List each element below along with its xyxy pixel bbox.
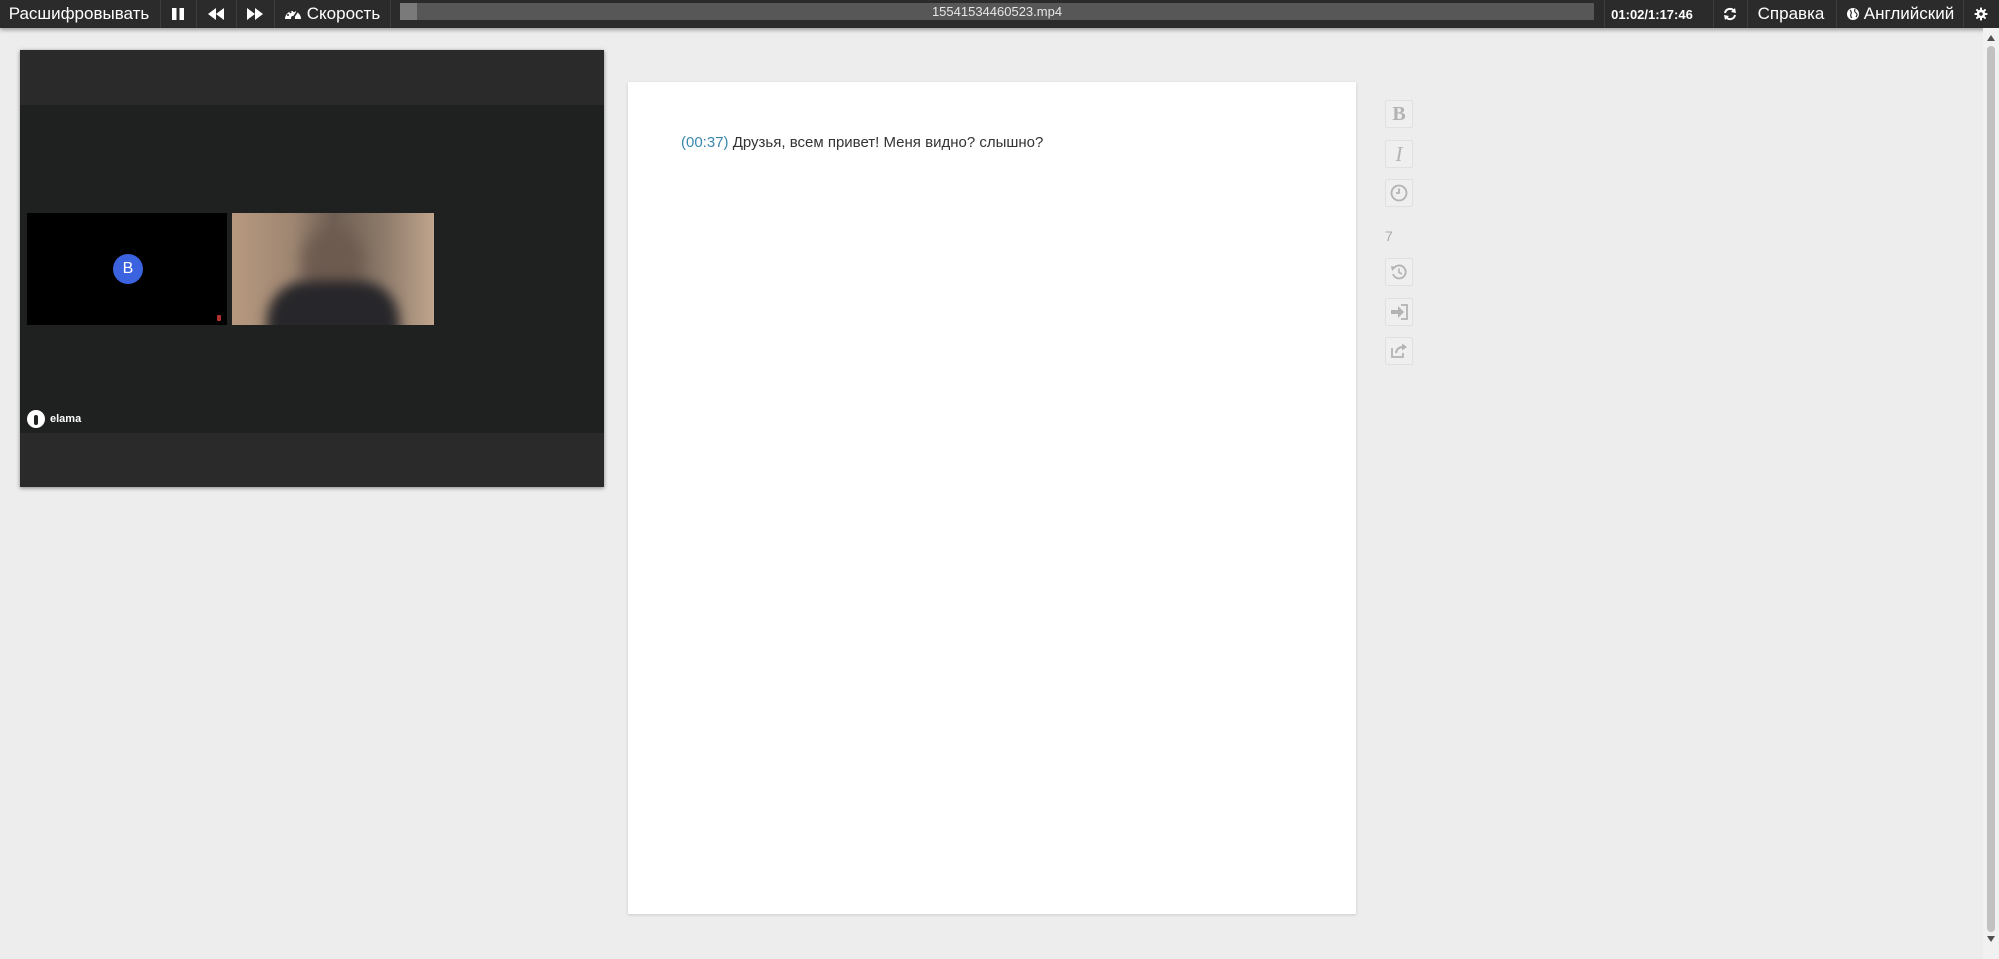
sign-in-icon (1391, 304, 1408, 320)
italic-button[interactable]: I (1385, 140, 1413, 168)
fast-forward-icon (247, 8, 263, 20)
import-button[interactable] (1385, 298, 1413, 326)
insert-timestamp-button[interactable] (1385, 179, 1413, 207)
refresh-button[interactable] (1714, 0, 1746, 28)
top-toolbar: Расшифровывать Скорость 15541534460523.m… (0, 0, 1999, 28)
scroll-up-arrow[interactable] (1986, 33, 1996, 43)
participant-tile: B (27, 213, 227, 325)
time-readout-text: 01:02/1:17:46 (1611, 6, 1693, 22)
language-label: Английский (1863, 4, 1955, 23)
rewind-button[interactable] (197, 0, 235, 28)
font-size-value: 7 (1385, 228, 1393, 244)
history-button[interactable] (1385, 258, 1413, 286)
speed-label: Скорость (306, 4, 381, 23)
transcript-line[interactable]: (00:37) Друзья, всем привет! Меня видно?… (681, 134, 1043, 151)
rewind-icon (208, 8, 224, 20)
transcript-editor[interactable]: (00:37) Друзья, всем привет! Меня видно?… (628, 82, 1356, 914)
clock-icon (1390, 184, 1408, 202)
settings-button[interactable] (1964, 0, 1998, 28)
avatar: B (113, 254, 143, 284)
italic-label: I (1395, 141, 1403, 166)
scrollbar-thumb[interactable] (1987, 46, 1995, 932)
elama-logo-icon (27, 410, 45, 428)
speed-button[interactable]: Скорость (276, 0, 388, 28)
mic-muted-icon (217, 315, 221, 321)
transcript-text: Друзья, всем привет! Меня видно? слышно? (732, 134, 1044, 151)
pause-icon (172, 8, 184, 20)
time-readout: 01:02/1:17:46 (1606, 0, 1698, 28)
refresh-icon (1724, 7, 1736, 21)
fast-forward-button[interactable] (237, 0, 273, 28)
gear-icon (1974, 7, 1988, 21)
transcribe-button[interactable]: Расшифровывать (0, 0, 158, 28)
globe-icon (1846, 8, 1859, 20)
dashboard-icon (284, 10, 301, 20)
video-player[interactable]: B elama (20, 50, 604, 487)
timestamp-link[interactable]: 00:37 (686, 134, 724, 151)
bold-label: B (1392, 102, 1406, 125)
participant-video-tile (232, 213, 434, 325)
brand-logo: elama (27, 410, 81, 428)
export-button[interactable] (1385, 337, 1413, 365)
video-frame: B elama (20, 105, 604, 433)
brand-name: elama (50, 413, 82, 425)
share-icon (1391, 343, 1407, 358)
transcribe-label: Расшифровывать (8, 4, 150, 23)
history-icon (1391, 264, 1407, 280)
bold-button[interactable]: B (1385, 100, 1413, 128)
pause-button[interactable] (161, 0, 195, 28)
language-button[interactable]: Английский (1838, 0, 1962, 28)
timeline-scrubber[interactable]: 15541534460523.mp4 (400, 3, 1594, 20)
help-button[interactable]: Справка (1748, 0, 1834, 28)
file-name: 15541534460523.mp4 (931, 4, 1063, 19)
scroll-down-arrow[interactable] (1986, 934, 1996, 944)
help-label: Справка (1757, 4, 1825, 23)
